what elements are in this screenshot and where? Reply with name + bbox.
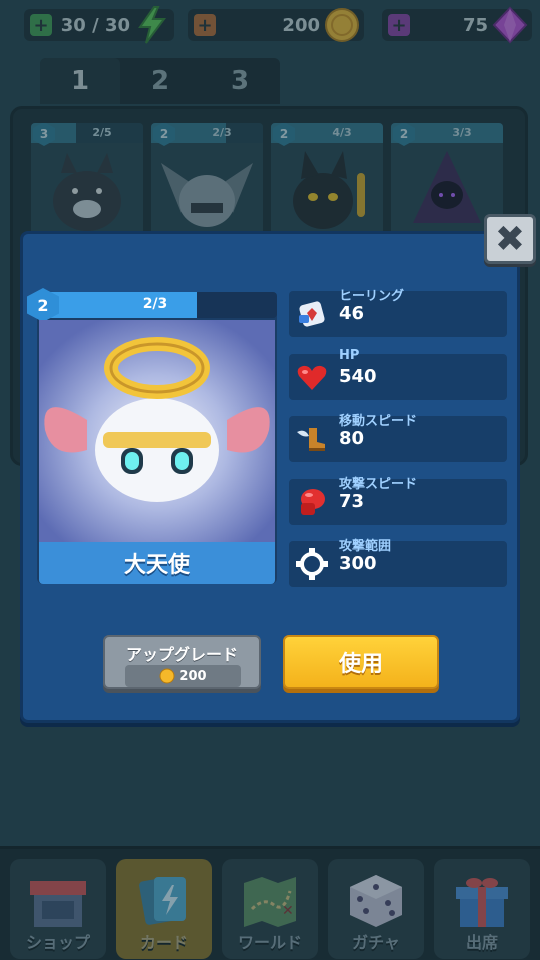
stat-value: 300 <box>339 553 377 574</box>
upgrade-button[interactable]: アップグレード 200 <box>103 635 261 689</box>
unit-progress-bar: 2/3 <box>35 292 277 318</box>
unit-detail-modal: 2/3 2 大天使 ヒーリング 46 HP 540 移動スピード 80 攻撃スピ… <box>20 231 520 723</box>
upgrade-cost-value: 200 <box>179 668 207 684</box>
close-button[interactable]: ✖ <box>484 214 536 264</box>
coin-icon <box>159 668 175 684</box>
unit-name: 大天使 <box>39 542 275 584</box>
stat-label: ヒーリング <box>339 289 405 304</box>
close-icon: ✖ <box>494 218 526 260</box>
stat-value: 73 <box>339 491 365 512</box>
stat-label: 攻撃範囲 <box>339 539 392 554</box>
unit-progress-text: 2/3 <box>142 296 168 312</box>
healing-icon <box>299 301 325 327</box>
stat-attack-range: 攻撃範囲 300 <box>289 539 507 587</box>
winged-boot-icon <box>297 428 325 451</box>
stat-label: 攻撃スピード <box>339 477 418 492</box>
stat-attack-speed: 攻撃スピード 73 <box>289 477 507 525</box>
stat-hp: HP 540 <box>289 348 507 400</box>
upgrade-cost: 200 <box>125 665 241 687</box>
stat-label: HP <box>339 348 360 363</box>
upgrade-label: アップグレード <box>125 645 238 664</box>
stat-healing: ヒーリング 46 <box>289 289 507 337</box>
stat-move-speed: 移動スピード 80 <box>289 414 507 462</box>
stat-value: 46 <box>339 303 365 324</box>
heart-icon <box>297 365 327 390</box>
boxing-glove-icon <box>301 489 325 515</box>
archangel-icon <box>39 320 275 542</box>
stat-value: 540 <box>339 366 377 387</box>
range-icon <box>296 548 328 580</box>
stat-label: 移動スピード <box>339 414 418 429</box>
use-button[interactable]: 使用 <box>283 635 439 689</box>
stat-value: 80 <box>339 428 365 449</box>
